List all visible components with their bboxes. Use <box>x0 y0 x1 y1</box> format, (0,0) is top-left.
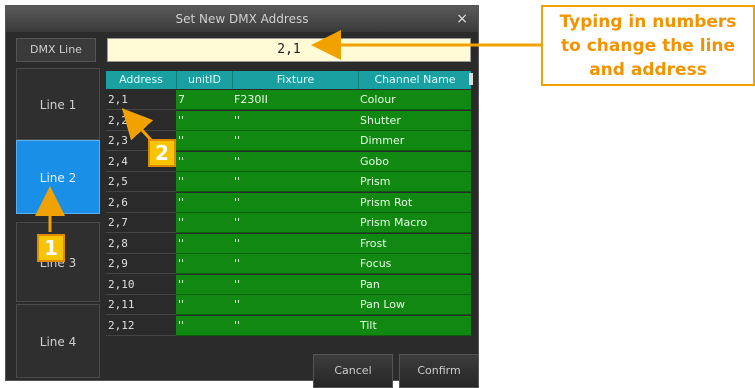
instruction-callout: Typing in numbers to change the line and… <box>541 5 755 86</box>
table-scrollbar[interactable] <box>469 73 473 85</box>
close-icon[interactable]: × <box>456 6 468 32</box>
step-2-badge: 2 <box>148 139 176 167</box>
channel-name-cell[interactable]: Shutter <box>358 110 471 131</box>
address-cell[interactable]: 2,2 <box>106 110 176 131</box>
address-cell[interactable]: 2,12 <box>106 315 176 336</box>
unitid-cell[interactable]: '' <box>176 192 232 213</box>
column-header-fixture[interactable]: Fixture <box>232 71 358 89</box>
column-header-unitid[interactable]: unitID <box>176 71 232 89</box>
address-cell[interactable]: 2,6 <box>106 192 176 213</box>
unitid-cell[interactable]: '' <box>176 151 232 172</box>
table-row[interactable]: 2,8 '' '' Frost <box>106 233 471 254</box>
table-row[interactable]: 2,11 '' '' Pan Low <box>106 295 471 315</box>
channel-name-cell[interactable]: Focus <box>358 254 471 274</box>
unitid-cell[interactable]: '' <box>176 233 232 254</box>
channel-name-cell[interactable]: Frost <box>358 233 471 254</box>
fixture-cell[interactable]: F230II <box>232 90 358 110</box>
fixture-cell[interactable]: '' <box>232 110 358 131</box>
unitid-cell[interactable]: '' <box>176 172 232 192</box>
address-cell[interactable]: 2,9 <box>106 254 176 274</box>
fixture-cell[interactable]: '' <box>232 274 358 295</box>
channel-name-cell[interactable]: Pan <box>358 274 471 295</box>
address-cell[interactable]: 2,10 <box>106 274 176 295</box>
fixture-cell[interactable]: '' <box>232 295 358 315</box>
fixture-cell[interactable]: '' <box>232 192 358 213</box>
table-row[interactable]: 2,6 '' '' Prism Rot <box>106 192 471 213</box>
address-cell[interactable]: 2,5 <box>106 172 176 192</box>
table-row[interactable]: 2,9 '' '' Focus <box>106 254 471 274</box>
dmx-line-label: DMX Line <box>16 38 96 62</box>
channel-name-cell[interactable]: Prism Macro <box>358 213 471 233</box>
dialog-title: Set New DMX Address <box>175 12 309 26</box>
channel-name-cell[interactable]: Prism <box>358 172 471 192</box>
dialog-titlebar: Set New DMX Address × <box>6 6 478 32</box>
channel-name-cell[interactable]: Tilt <box>358 315 471 336</box>
address-cell[interactable]: 2,1 <box>106 90 176 110</box>
fixture-cell[interactable]: '' <box>232 233 358 254</box>
table-row[interactable]: 2,2 '' '' Shutter <box>106 110 471 131</box>
channel-name-cell[interactable]: Prism Rot <box>358 192 471 213</box>
address-cell[interactable]: 2,11 <box>106 295 176 315</box>
fixture-cell[interactable]: '' <box>232 131 358 151</box>
unitid-cell[interactable]: '' <box>176 131 232 151</box>
table-row[interactable]: 2,5 '' '' Prism <box>106 172 471 192</box>
fixture-cell[interactable]: '' <box>232 213 358 233</box>
table-row[interactable]: 2,12 '' '' Tilt <box>106 315 471 336</box>
channel-name-cell[interactable]: Pan Low <box>358 295 471 315</box>
line-4-button[interactable]: Line 4 <box>16 304 100 378</box>
table-row[interactable]: 2,10 '' '' Pan <box>106 274 471 295</box>
unitid-cell[interactable]: '' <box>176 315 232 336</box>
address-cell[interactable]: 2,8 <box>106 233 176 254</box>
channel-name-cell[interactable]: Gobo <box>358 151 471 172</box>
set-dmx-address-dialog: Set New DMX Address × DMX Line 2,1 Line … <box>5 5 479 388</box>
table-row[interactable]: 2,1 7 F230II Colour <box>106 90 471 110</box>
unitid-cell[interactable]: 7 <box>176 90 232 110</box>
address-table: Address unitID Fixture Channel Name 2,1 7… <box>106 71 471 341</box>
fixture-cell[interactable]: '' <box>232 315 358 336</box>
table-row[interactable]: 2,7 '' '' Prism Macro <box>106 213 471 233</box>
unitid-cell[interactable]: '' <box>176 110 232 131</box>
unitid-cell[interactable]: '' <box>176 213 232 233</box>
step-1-badge: 1 <box>37 234 65 262</box>
channel-name-cell[interactable]: Dimmer <box>358 131 471 151</box>
column-header-address[interactable]: Address <box>106 71 176 89</box>
cancel-button[interactable]: Cancel <box>313 354 393 388</box>
unitid-cell[interactable]: '' <box>176 274 232 295</box>
dmx-line-input[interactable]: 2,1 <box>107 38 471 62</box>
fixture-cell[interactable]: '' <box>232 172 358 192</box>
channel-name-cell[interactable]: Colour <box>358 90 471 110</box>
unitid-cell[interactable]: '' <box>176 295 232 315</box>
unitid-cell[interactable]: '' <box>176 254 232 274</box>
confirm-button[interactable]: Confirm <box>399 354 479 388</box>
column-header-channel-name[interactable]: Channel Name <box>358 71 471 89</box>
fixture-cell[interactable]: '' <box>232 151 358 172</box>
line-2-button[interactable]: Line 2 <box>16 140 100 214</box>
line-1-button[interactable]: Line 1 <box>16 68 100 140</box>
fixture-cell[interactable]: '' <box>232 254 358 274</box>
address-cell[interactable]: 2,7 <box>106 213 176 233</box>
